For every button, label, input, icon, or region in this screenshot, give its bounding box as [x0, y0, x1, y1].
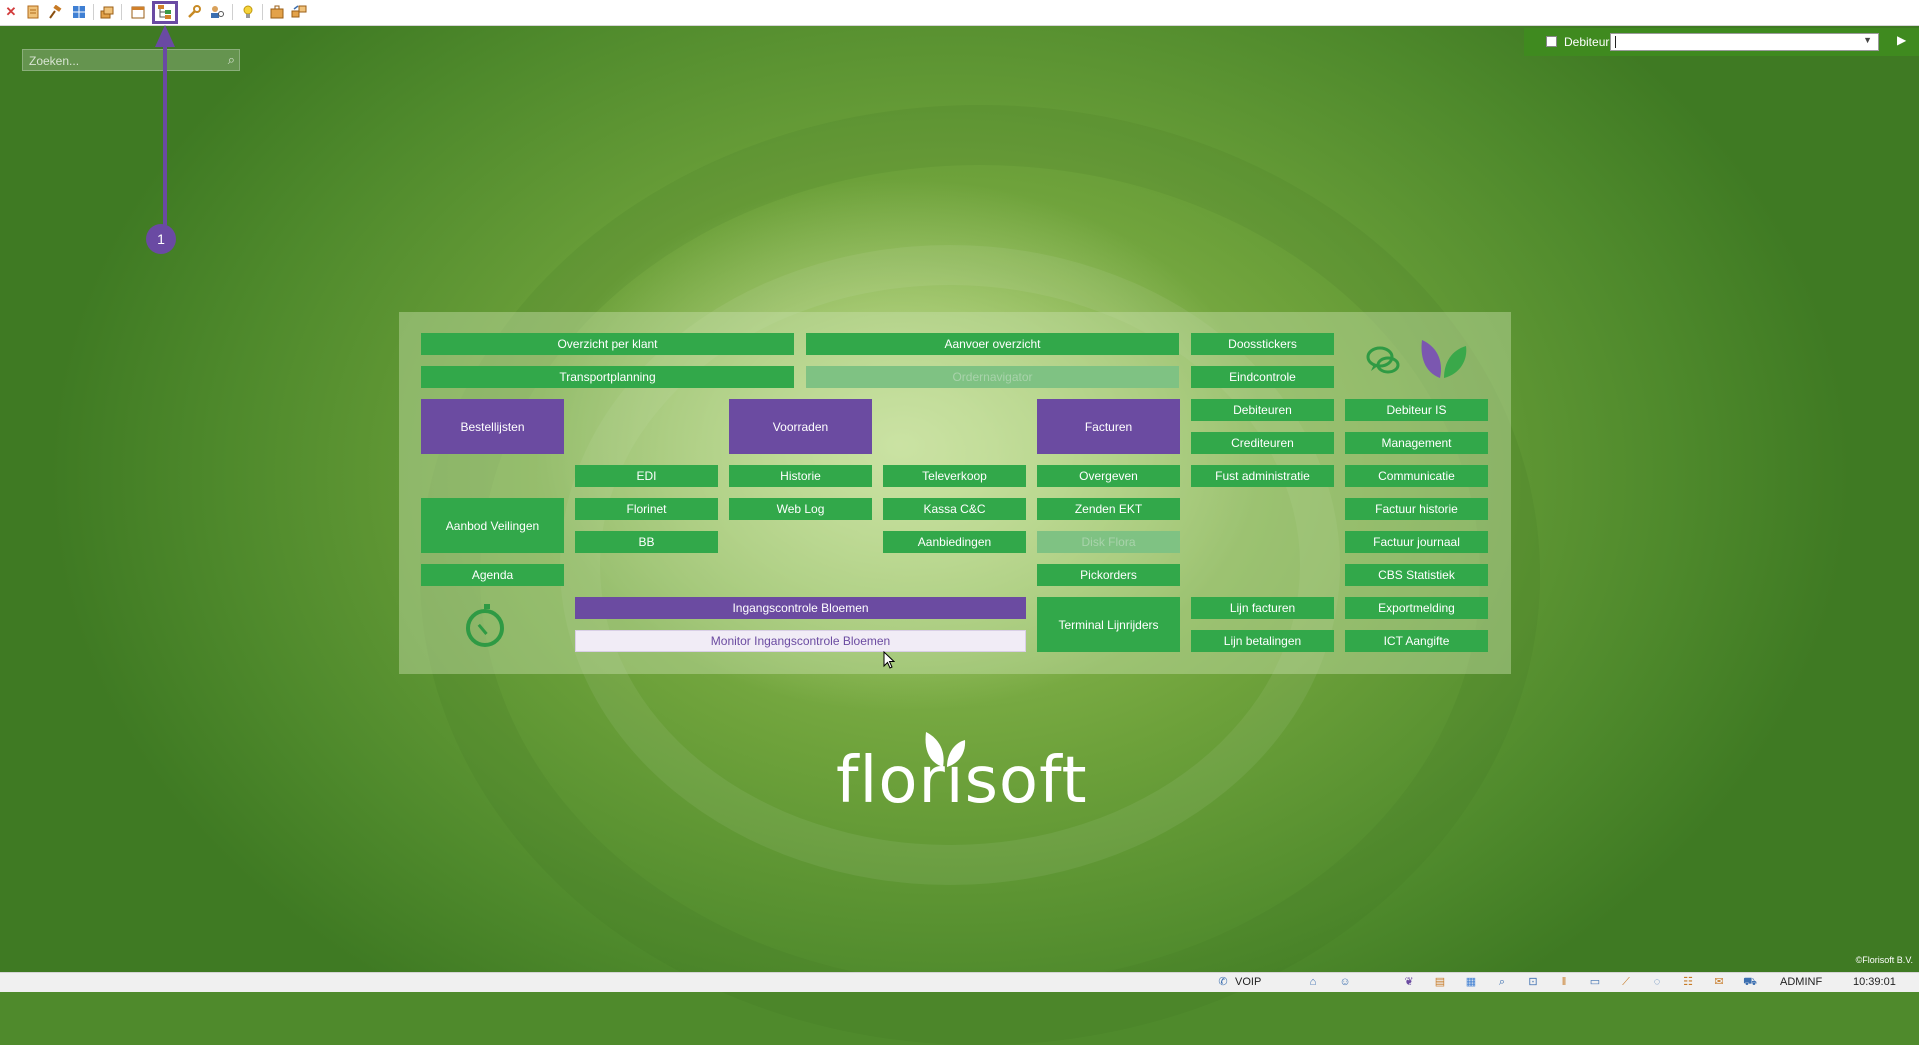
close-icon[interactable]: ✕	[3, 4, 19, 20]
user-label: ADMINF	[1780, 976, 1823, 988]
mouse-cursor-icon	[883, 651, 895, 669]
transportplanning-button[interactable]: Transportplanning	[421, 366, 794, 388]
overzicht-per-klant-button[interactable]: Overzicht per klant	[421, 333, 794, 355]
bb-button[interactable]: BB	[575, 531, 718, 553]
wrench-icon[interactable]	[186, 4, 202, 20]
voip-label[interactable]: VOIP	[1235, 976, 1261, 988]
scan-icon[interactable]: ⊡	[1526, 975, 1540, 989]
debiteur-is-button[interactable]: Debiteur IS	[1345, 399, 1488, 421]
ingangscontrole-bloemen-button[interactable]: Ingangscontrole Bloemen	[575, 597, 1026, 619]
debiteur-panel: Debiteur ▼ ▶	[1524, 28, 1919, 56]
florinet-button[interactable]: Florinet	[575, 498, 718, 520]
voorraden-button[interactable]: Voorraden	[729, 399, 872, 454]
ordernavigator-button[interactable]: Ordernavigator	[806, 366, 1179, 388]
ict-aangifte-button[interactable]: ICT Aangifte	[1345, 630, 1488, 652]
user-home-icon[interactable]: ⌂	[1306, 975, 1320, 989]
monitor-icon[interactable]: ▭	[1588, 975, 1602, 989]
chat-icon[interactable]	[1365, 343, 1401, 379]
exportmelding-button[interactable]: Exportmelding	[1345, 597, 1488, 619]
toolbar-separator	[121, 4, 122, 20]
edi-button[interactable]: EDI	[575, 465, 718, 487]
factuur-historie-button[interactable]: Factuur historie	[1345, 498, 1488, 520]
calendar-icon[interactable]	[130, 4, 146, 20]
web-log-button[interactable]: Web Log	[729, 498, 872, 520]
florisoft-leaf-small-icon[interactable]: ❦	[1402, 975, 1416, 989]
status-bar: ✆ VOIP ⌂ ☺ ❦ ▤ ▦ ⌕ ⊡ ‖ ▭ ⟋ ◌ ☷ ✉ ⛟ ADMIN…	[0, 972, 1919, 992]
debiteur-label: Debiteur	[1564, 35, 1610, 49]
fust-administratie-button[interactable]: Fust administratie	[1191, 465, 1334, 487]
document-small-icon[interactable]: ▤	[1433, 975, 1447, 989]
text-caret	[1615, 36, 1616, 48]
eindcontrole-button[interactable]: Eindcontrole	[1191, 366, 1334, 388]
debiteuren-button[interactable]: Debiteuren	[1191, 399, 1334, 421]
document-icon[interactable]	[25, 4, 41, 20]
facturen-button[interactable]: Facturen	[1037, 399, 1180, 454]
kassa-button[interactable]: Kassa C&C	[883, 498, 1026, 520]
search-icon[interactable]: ⌕	[228, 52, 235, 68]
overgeven-button[interactable]: Overgeven	[1037, 465, 1180, 487]
lijn-facturen-button[interactable]: Lijn facturen	[1191, 597, 1334, 619]
doosstickers-button[interactable]: Doosstickers	[1191, 333, 1334, 355]
user-settings-icon[interactable]: ☺	[1338, 975, 1352, 989]
terminal-lijnrijders-button[interactable]: Terminal Lijnrijders	[1037, 597, 1180, 652]
florisoft-logo: florisoft	[836, 744, 1088, 818]
aanbod-veilingen-button[interactable]: Aanbod Veilingen	[421, 498, 564, 553]
callout-arrow-line	[163, 45, 167, 225]
chart-icon[interactable]: ⟋	[1619, 975, 1633, 989]
monitor-ingangscontrole-bloemen-button[interactable]: Monitor Ingangscontrole Bloemen	[575, 630, 1026, 652]
callout-badge: 1	[146, 224, 176, 254]
search-small-icon[interactable]: ⌕	[1495, 975, 1509, 989]
grid-icon[interactable]	[71, 4, 87, 20]
disk-flora-button[interactable]: Disk Flora	[1037, 531, 1180, 553]
agenda-button[interactable]: Agenda	[421, 564, 564, 586]
search-box: ⌕	[22, 49, 240, 71]
callout-arrow-head	[155, 25, 175, 47]
user-search-icon[interactable]	[209, 4, 225, 20]
chevron-down-icon[interactable]: ▼	[1863, 35, 1872, 45]
tree-structure-highlight	[152, 1, 178, 24]
phone-icon[interactable]: ✆	[1216, 975, 1230, 989]
chat-small-icon[interactable]: ◌	[1650, 975, 1664, 989]
cbs-statistiek-button[interactable]: CBS Statistiek	[1345, 564, 1488, 586]
truck-icon[interactable]: ⛟	[1743, 975, 1757, 989]
toolbar: ✕	[0, 0, 1919, 26]
play-arrow-icon[interactable]: ▶	[1897, 33, 1906, 47]
televerkoop-button[interactable]: Televerkoop	[883, 465, 1026, 487]
aanvoer-overzicht-button[interactable]: Aanvoer overzicht	[806, 333, 1179, 355]
copyright-text: ©Florisoft B.V.	[1855, 955, 1913, 965]
florisoft-leaf-icon[interactable]	[1418, 338, 1470, 380]
search-input[interactable]	[27, 52, 216, 70]
pickorders-button[interactable]: Pickorders	[1037, 564, 1180, 586]
debiteur-checkbox[interactable]	[1546, 36, 1557, 47]
clock-label: 10:39:01	[1853, 976, 1896, 988]
toolbar-separator	[262, 4, 263, 20]
bestellijsten-button[interactable]: Bestellijsten	[421, 399, 564, 454]
boxes-icon[interactable]	[99, 4, 115, 20]
communicatie-button[interactable]: Communicatie	[1345, 465, 1488, 487]
tree-small-icon[interactable]: ☷	[1681, 975, 1695, 989]
historie-button[interactable]: Historie	[729, 465, 872, 487]
debiteur-combobox[interactable]: ▼	[1610, 33, 1879, 51]
crediteuren-button[interactable]: Crediteuren	[1191, 432, 1334, 454]
toolbar-separator	[93, 4, 94, 20]
mail-icon[interactable]: ✉	[1712, 975, 1726, 989]
toolbar-separator	[232, 4, 233, 20]
briefcase-icon[interactable]	[269, 4, 285, 20]
grid-small-icon[interactable]: ▦	[1464, 975, 1478, 989]
lijn-betalingen-button[interactable]: Lijn betalingen	[1191, 630, 1334, 652]
timer-icon[interactable]	[466, 604, 504, 647]
auction-hammer-icon[interactable]	[48, 4, 64, 20]
aanbiedingen-button[interactable]: Aanbiedingen	[883, 531, 1026, 553]
lightbulb-icon[interactable]	[240, 4, 256, 20]
zenden-ekt-button[interactable]: Zenden EKT	[1037, 498, 1180, 520]
barcode-icon[interactable]: ‖	[1557, 975, 1571, 989]
transfer-icon[interactable]	[291, 4, 307, 20]
factuur-journaal-button[interactable]: Factuur journaal	[1345, 531, 1488, 553]
management-button[interactable]: Management	[1345, 432, 1488, 454]
